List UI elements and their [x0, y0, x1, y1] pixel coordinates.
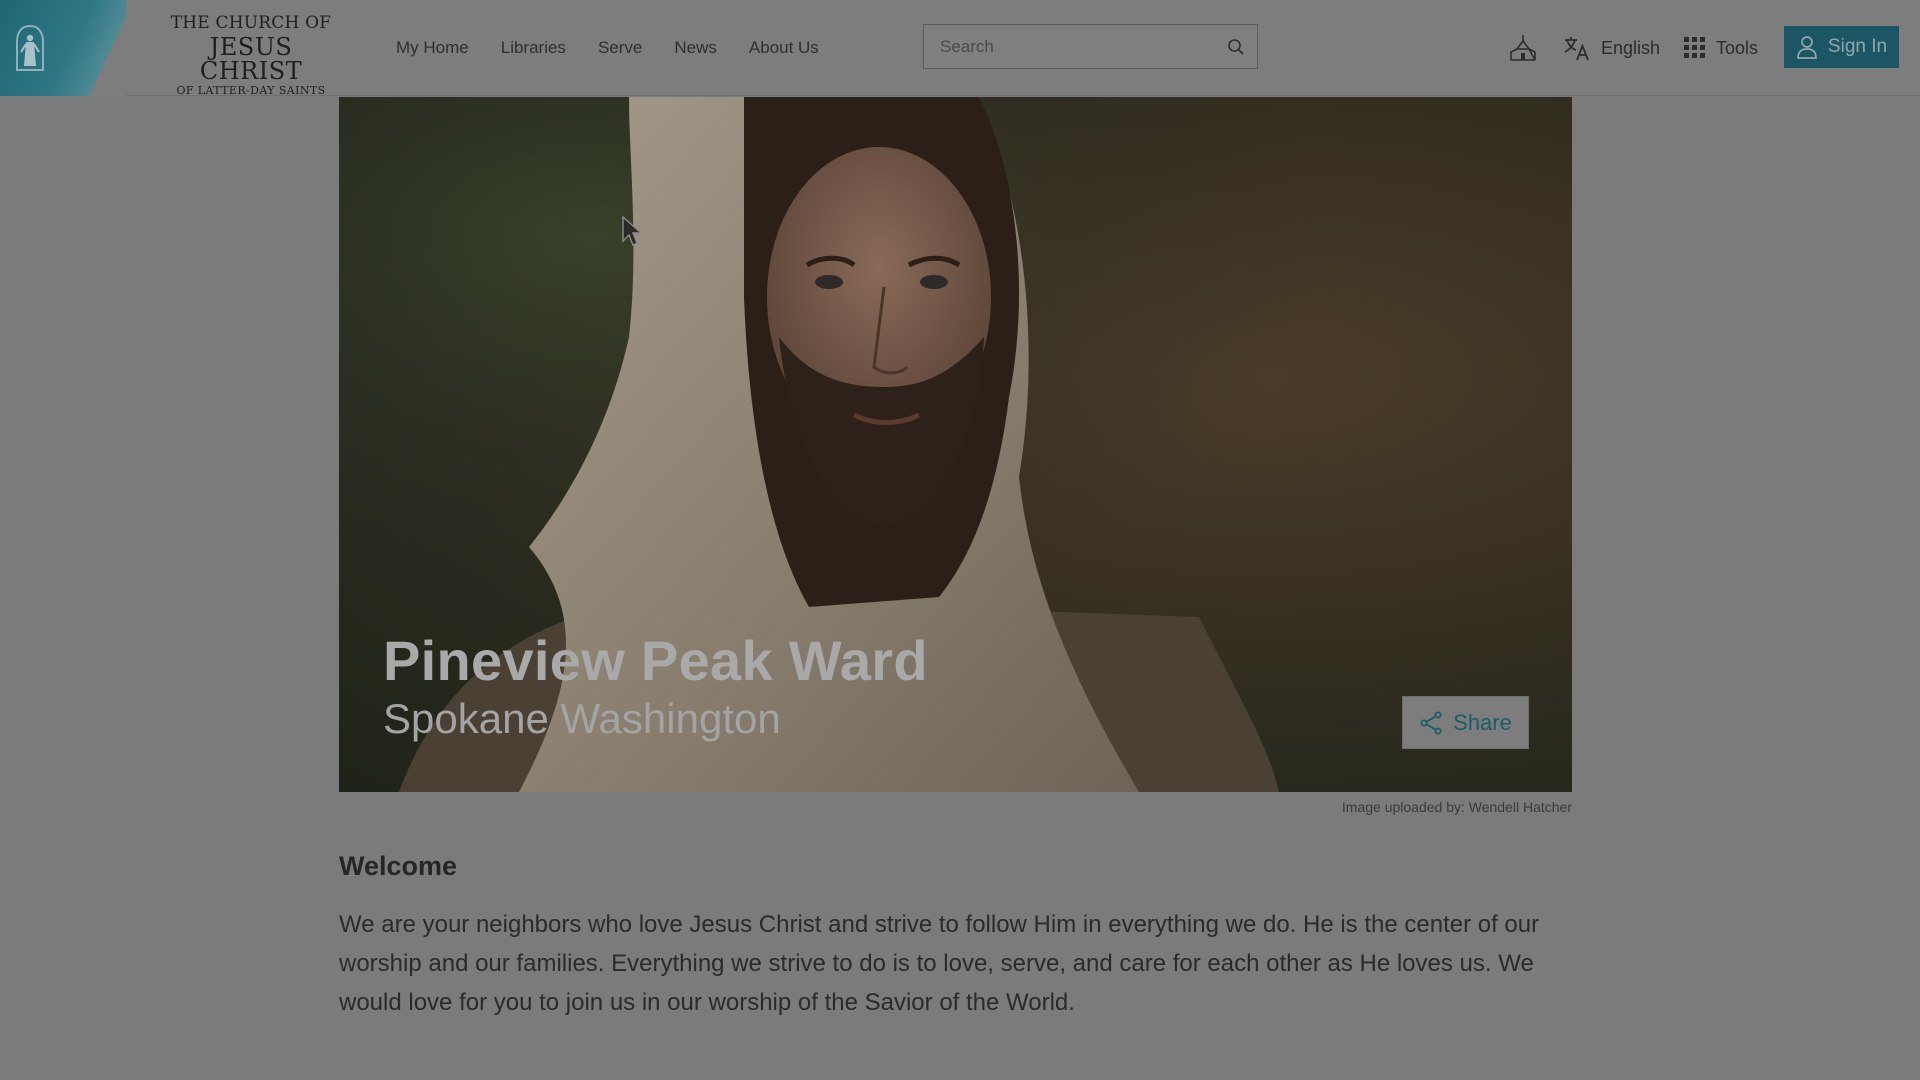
sign-in-label: Sign In — [1827, 36, 1888, 57]
church-logo[interactable] — [0, 0, 126, 96]
search-input[interactable]: Search — [923, 24, 1258, 69]
main-nav: My Home Libraries Serve News About Us — [382, 0, 851, 96]
user-icon — [1797, 36, 1817, 59]
wordmark-line-1: THE CHURCH OF — [170, 13, 332, 33]
share-button[interactable]: Share — [1402, 696, 1529, 749]
welcome-heading: Welcome — [339, 851, 458, 881]
language-selector[interactable]: English — [1563, 0, 1660, 96]
nav-about-us[interactable]: About Us — [749, 38, 819, 58]
page-title: Pineview Peak Ward — [383, 629, 928, 692]
sign-in-button[interactable]: Sign In — [1784, 26, 1899, 68]
nav-my-home[interactable]: My Home — [396, 38, 469, 58]
nav-news[interactable]: News — [674, 38, 717, 58]
church-wordmark[interactable]: THE CHURCH OF JESUS CHRIST OF LATTER-DAY… — [166, 13, 336, 97]
meetinghouse-button[interactable] — [1508, 0, 1538, 96]
grid-icon — [1684, 37, 1705, 58]
image-credit: Image uploaded by: Wendell Hatcher — [1341, 799, 1572, 815]
page-subtitle: Spokane Washington — [383, 695, 781, 742]
search-placeholder: Search — [940, 36, 994, 56]
nav-libraries[interactable]: Libraries — [501, 38, 566, 58]
search-icon[interactable] — [1227, 38, 1245, 56]
nav-serve[interactable]: Serve — [598, 38, 642, 58]
share-icon — [1420, 711, 1442, 734]
welcome-text: We are your neighbors who love Jesus Chr… — [339, 911, 1540, 1016]
share-label: Share — [1453, 709, 1512, 735]
wordmark-line-2: JESUS CHRIST — [199, 33, 303, 85]
meetinghouse-icon — [1510, 35, 1536, 61]
hero-banner: Pineview Peak Ward Spokane Washington Sh… — [339, 97, 1572, 792]
site-header: THE CHURCH OF JESUS CHRIST OF LATTER-DAY… — [0, 0, 1920, 96]
wordmark-line-3: OF LATTER-DAY SAINTS — [176, 84, 326, 97]
tools-button[interactable]: Tools — [1684, 0, 1758, 96]
translate-icon — [1564, 37, 1589, 61]
christus-icon — [16, 24, 44, 71]
mouse-cursor-icon — [622, 216, 643, 246]
language-label: English — [1601, 37, 1661, 58]
tools-label: Tools — [1716, 37, 1759, 58]
